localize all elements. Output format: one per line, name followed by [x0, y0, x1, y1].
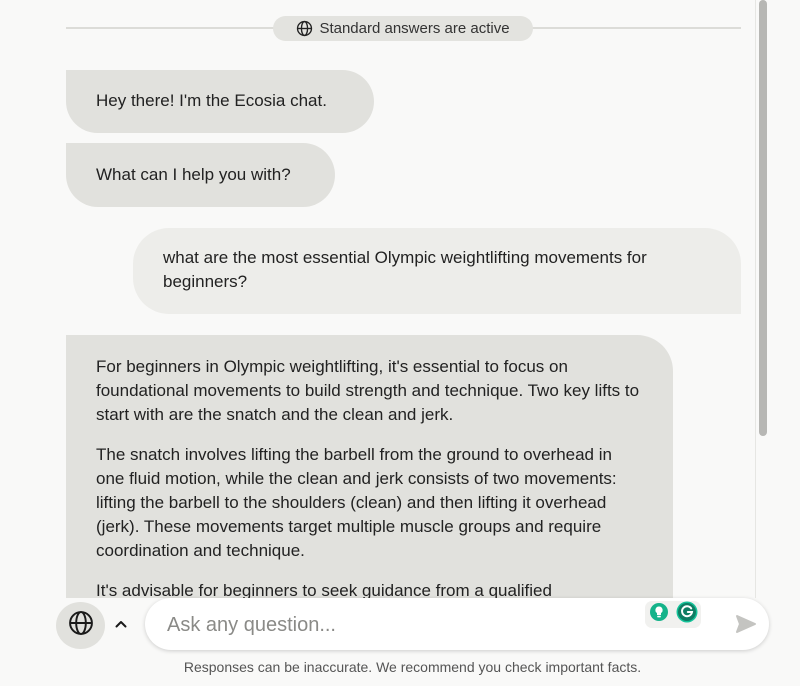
mode-menu-toggle[interactable] — [111, 614, 131, 634]
send-icon — [735, 615, 757, 638]
globe-icon — [296, 20, 313, 37]
assistant-message: Hey there! I'm the Ecosia chat. — [66, 70, 374, 133]
chat-scrollbar[interactable] — [755, 0, 770, 598]
message-paragraph: It's advisable for beginners to seek gui… — [96, 581, 552, 598]
globe-icon — [68, 610, 94, 641]
message-text: what are the most essential Olympic weig… — [163, 248, 647, 291]
message-text: What can I help you with? — [96, 165, 291, 184]
assistant-message: For beginners in Olympic weightlifting, … — [66, 335, 673, 598]
answer-mode-button[interactable] — [56, 602, 105, 649]
message-text: Hey there! I'm the Ecosia chat. — [96, 91, 327, 110]
user-message: what are the most essential Olympic weig… — [133, 228, 741, 314]
send-button[interactable] — [735, 614, 759, 636]
message-paragraph: The snatch involves lifting the barbell … — [96, 445, 617, 560]
chevron-up-icon — [115, 615, 127, 633]
question-box[interactable] — [145, 598, 769, 650]
disclaimer-text: Responses can be inaccurate. We recommen… — [183, 659, 642, 675]
assistant-message: What can I help you with? — [66, 143, 335, 207]
lightbulb-icon[interactable] — [649, 602, 669, 627]
answer-mode-label: Standard answers are active — [319, 20, 510, 37]
question-input[interactable] — [165, 610, 639, 640]
browser-extension-icons — [645, 601, 701, 628]
grammarly-icon[interactable] — [676, 601, 698, 628]
answer-mode-badge[interactable]: Standard answers are active — [273, 16, 533, 41]
scrollbar-thumb[interactable] — [759, 0, 767, 436]
message-paragraph: For beginners in Olympic weightlifting, … — [96, 357, 640, 424]
chat-scroll-area[interactable]: Standard answers are active Hey there! I… — [0, 0, 755, 598]
